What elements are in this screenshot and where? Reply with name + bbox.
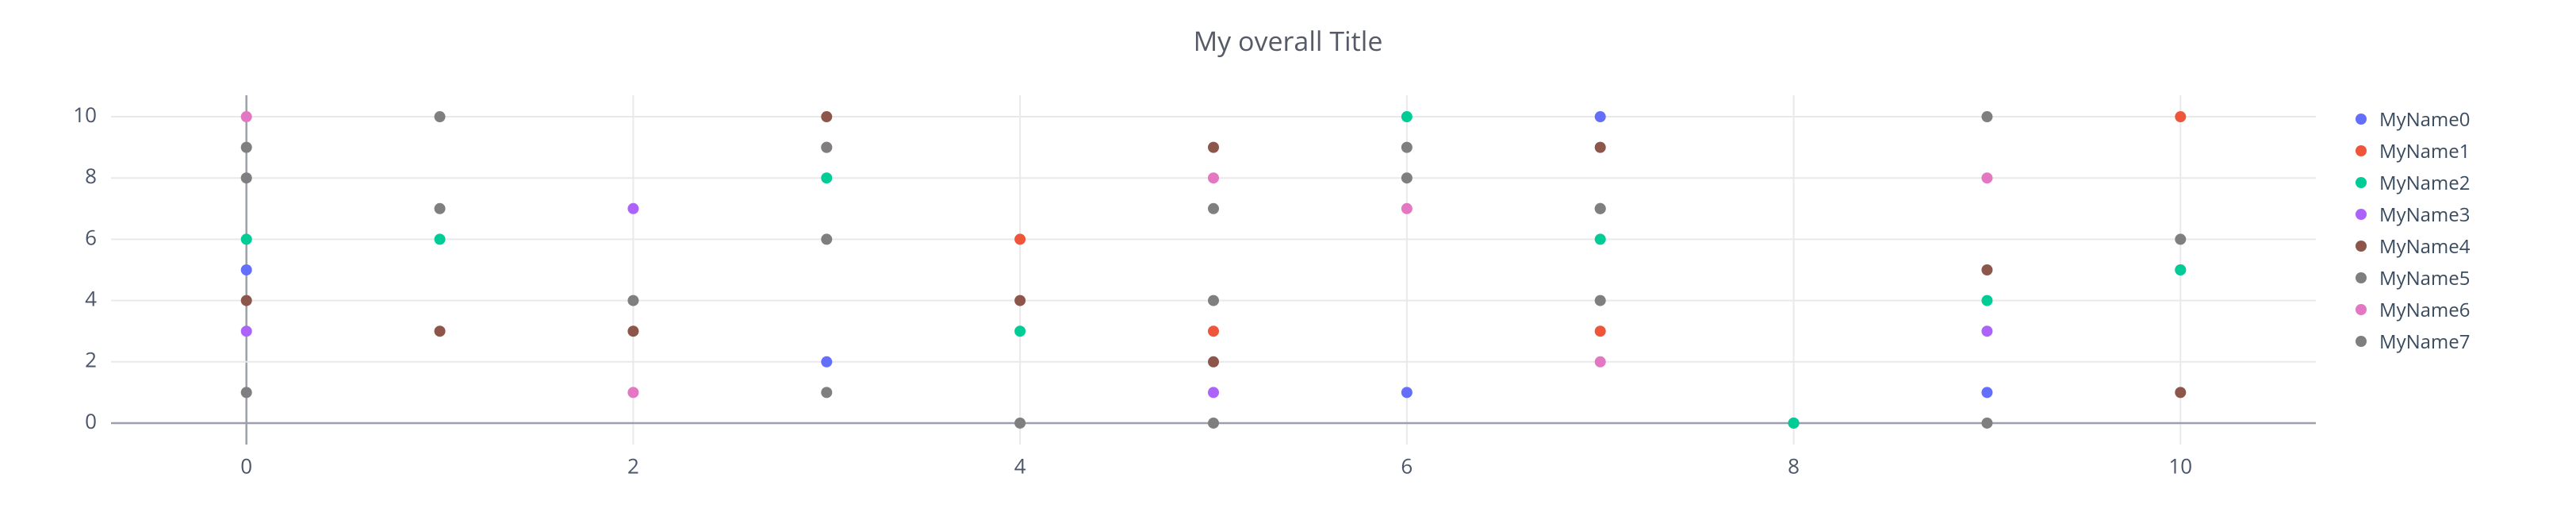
data-point xyxy=(241,295,252,306)
data-point xyxy=(2175,111,2186,122)
data-point xyxy=(1401,387,1413,398)
legend-swatch xyxy=(2356,114,2367,125)
legend-item[interactable]: MyName2 xyxy=(2356,167,2470,198)
legend-label: MyName0 xyxy=(2379,106,2470,133)
y-tick-label: 6 xyxy=(85,222,97,251)
x-tick-label: 8 xyxy=(1788,451,1800,479)
data-point xyxy=(821,142,832,153)
legend-label: MyName6 xyxy=(2379,297,2470,323)
data-point xyxy=(435,203,446,214)
y-tick-label: 0 xyxy=(85,406,97,435)
data-point xyxy=(1401,142,1413,153)
data-point xyxy=(821,111,832,122)
data-point xyxy=(1981,295,1992,306)
legend-label: MyName4 xyxy=(2379,233,2470,260)
data-point xyxy=(1595,142,1606,153)
data-point xyxy=(1208,418,1219,429)
data-point xyxy=(1401,111,1413,122)
data-point xyxy=(627,387,638,398)
data-point xyxy=(1401,172,1413,183)
x-tick-label: 0 xyxy=(240,451,252,479)
data-point xyxy=(1595,295,1606,306)
legend-item[interactable]: MyName6 xyxy=(2356,294,2470,325)
legend-item[interactable]: MyName5 xyxy=(2356,262,2470,294)
x-tick-label: 10 xyxy=(2168,451,2192,479)
data-point xyxy=(2175,387,2186,398)
data-point xyxy=(435,325,446,337)
legend-swatch xyxy=(2356,177,2367,188)
x-tick-label: 6 xyxy=(1401,451,1413,479)
x-tick-label: 4 xyxy=(1014,451,1026,479)
data-point xyxy=(1595,111,1606,122)
data-point xyxy=(821,356,832,368)
data-point xyxy=(435,233,446,245)
data-point xyxy=(2175,233,2186,245)
data-point xyxy=(1981,264,1992,275)
data-point xyxy=(1595,356,1606,368)
legend-swatch xyxy=(2356,272,2367,283)
data-point xyxy=(627,325,638,337)
data-point xyxy=(241,325,252,337)
data-point xyxy=(1981,325,1992,337)
data-point xyxy=(241,111,252,122)
data-point xyxy=(241,264,252,275)
data-point xyxy=(1981,418,1992,429)
data-point xyxy=(1981,387,1992,398)
data-point xyxy=(1208,325,1219,337)
data-point xyxy=(1981,172,1992,183)
data-point xyxy=(1014,418,1025,429)
data-point xyxy=(241,233,252,245)
legend: MyName0 MyName1 MyName2 MyName3 MyName4 MyNam… xyxy=(2356,103,2470,357)
legend-item[interactable]: MyName3 xyxy=(2356,198,2470,230)
data-point xyxy=(821,233,832,245)
data-point xyxy=(1401,203,1413,214)
x-tick-label: 2 xyxy=(627,451,639,479)
data-point xyxy=(1981,111,1992,122)
chart-title: My overall Title xyxy=(0,22,2576,59)
figure: My overall Title 02468100246810 MyName0M… xyxy=(0,0,2576,516)
legend-label: MyName7 xyxy=(2379,329,2470,355)
legend-swatch xyxy=(2356,241,2367,252)
legend-swatch xyxy=(2356,336,2367,347)
data-point xyxy=(1208,142,1219,153)
data-point xyxy=(1208,203,1219,214)
data-point xyxy=(1788,418,1800,429)
data-point xyxy=(1208,295,1219,306)
legend-swatch xyxy=(2356,209,2367,220)
data-point xyxy=(241,387,252,398)
legend-swatch xyxy=(2356,304,2367,315)
data-point xyxy=(627,295,638,306)
plot-area: 02468100246810 xyxy=(111,95,2316,445)
data-point xyxy=(1595,325,1606,337)
data-point xyxy=(1014,325,1025,337)
y-tick-label: 8 xyxy=(85,161,97,190)
y-tick-label: 4 xyxy=(85,284,97,313)
y-tick-label: 2 xyxy=(85,345,97,374)
data-point xyxy=(1014,295,1025,306)
data-point xyxy=(241,172,252,183)
legend-item[interactable]: MyName4 xyxy=(2356,230,2470,262)
data-point xyxy=(435,111,446,122)
data-point xyxy=(1595,203,1606,214)
data-point xyxy=(241,142,252,153)
legend-item[interactable]: MyName1 xyxy=(2356,135,2470,167)
data-point xyxy=(627,203,638,214)
data-point xyxy=(1014,233,1025,245)
legend-label: MyName1 xyxy=(2379,138,2470,164)
legend-label: MyName3 xyxy=(2379,202,2470,228)
legend-item[interactable]: MyName7 xyxy=(2356,325,2470,357)
legend-label: MyName5 xyxy=(2379,265,2470,291)
y-tick-label: 10 xyxy=(73,100,97,129)
legend-item[interactable]: MyName0 xyxy=(2356,103,2470,135)
data-point xyxy=(821,387,832,398)
data-point xyxy=(1595,233,1606,245)
data-point xyxy=(1208,387,1219,398)
data-point xyxy=(1208,172,1219,183)
data-point xyxy=(821,172,832,183)
legend-label: MyName2 xyxy=(2379,170,2470,196)
data-point xyxy=(1208,356,1219,368)
legend-swatch xyxy=(2356,145,2367,156)
data-point xyxy=(2175,264,2186,275)
axes-svg: 02468100246810 xyxy=(111,95,2316,445)
